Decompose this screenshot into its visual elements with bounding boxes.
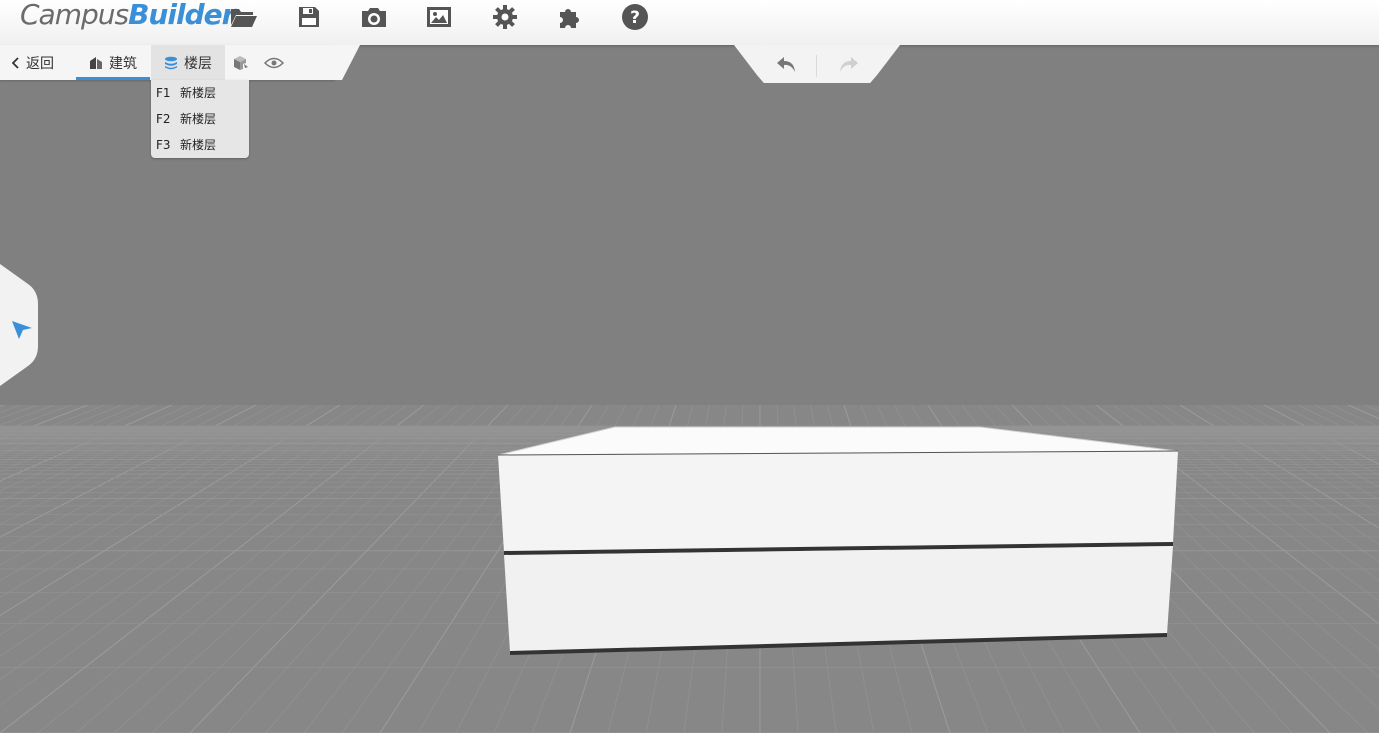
floor-name: 新楼层	[180, 86, 217, 100]
floor-code: F1	[156, 86, 171, 100]
layers-icon	[164, 56, 178, 70]
history-divider	[816, 55, 817, 77]
top-toolbar: CampusBuilder ?	[0, 0, 1379, 45]
floor-item-f2[interactable]: F2 新楼层	[151, 108, 249, 134]
tab-floor[interactable]: 楼层	[151, 45, 225, 80]
logo-campus-text: Campus	[20, 0, 129, 31]
eye-icon[interactable]	[262, 45, 286, 80]
redo-icon	[840, 57, 858, 72]
help-icon[interactable]: ?	[620, 2, 650, 32]
svg-text:?: ?	[630, 8, 640, 28]
redo-button[interactable]	[833, 52, 863, 78]
floor-item-f3[interactable]: F3 新楼层	[151, 134, 249, 160]
floor-code: F3	[156, 138, 171, 152]
floor-name: 新楼层	[180, 112, 217, 126]
gear-icon[interactable]	[490, 2, 520, 32]
save-icon[interactable]	[294, 2, 324, 32]
floor-name: 新楼层	[180, 138, 217, 152]
building-icon	[89, 56, 103, 70]
folder-open-icon[interactable]	[229, 2, 259, 32]
chevron-left-icon	[12, 56, 20, 69]
back-label: 返回	[26, 55, 54, 72]
tab-floor-label: 楼层	[184, 55, 212, 72]
history-panel	[734, 45, 900, 83]
puzzle-icon[interactable]	[555, 2, 585, 32]
floor-code: F2	[156, 112, 171, 126]
tab-building[interactable]: 建筑	[76, 45, 150, 80]
floor-item-f1[interactable]: F1 新楼层	[151, 82, 249, 108]
tab-building-label: 建筑	[109, 55, 137, 72]
camera-icon[interactable]	[359, 2, 389, 32]
undo-icon	[777, 57, 795, 72]
object-view-icon[interactable]	[229, 45, 253, 80]
active-tab-indicator	[76, 77, 150, 80]
logo-builder-text: Builder	[128, 0, 235, 31]
undo-button[interactable]	[772, 52, 802, 78]
image-icon[interactable]	[424, 2, 454, 32]
app-logo: CampusBuilder	[20, 0, 235, 38]
back-button[interactable]: 返回	[12, 45, 54, 80]
floor-dropdown: F1 新楼层 F2 新楼层 F3 新楼层	[151, 80, 249, 158]
select-arrow-icon[interactable]	[10, 318, 34, 342]
